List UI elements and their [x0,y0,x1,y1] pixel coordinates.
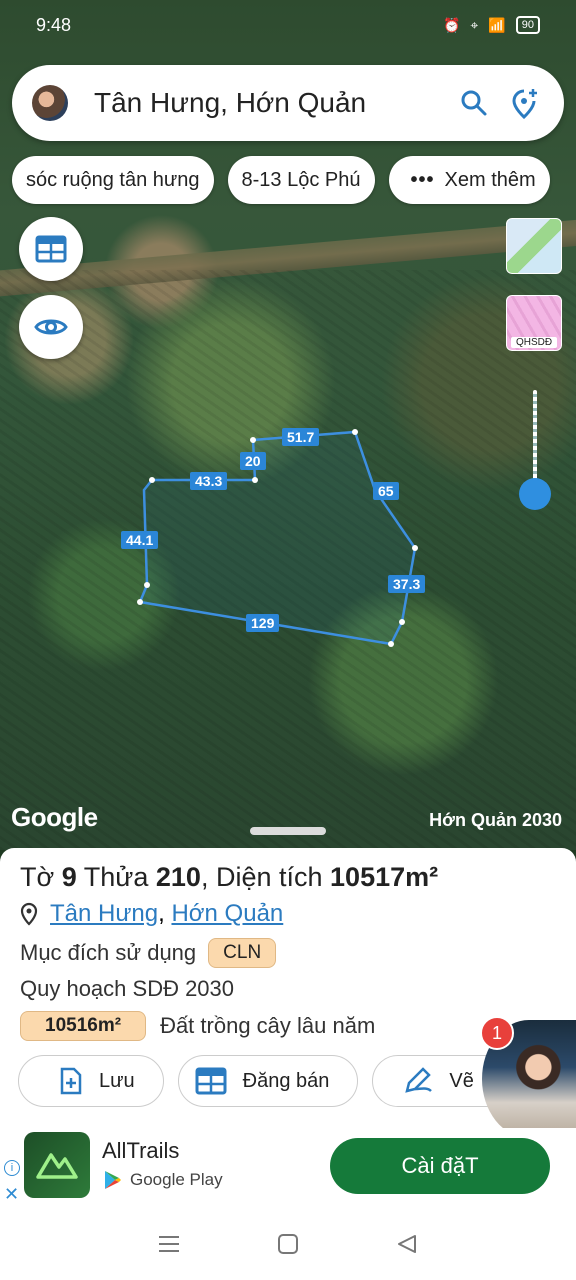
menu-icon[interactable] [158,1235,180,1253]
install-button[interactable]: Cài đặT [330,1138,550,1194]
ad-store: Google Play [104,1170,223,1190]
map-caption: Hớn Quản 2030 [429,810,562,830]
search-icon[interactable] [456,85,492,121]
thua-number: 210 [155,862,201,892]
plan-area-badge: 10516m² [20,1011,147,1041]
edge-label: 44.1 [121,531,159,549]
link-tan-hung[interactable]: Tân Hưng [50,900,158,927]
area-value: 10517m² [330,862,439,892]
edge-label: 37.3 [388,575,426,593]
edge-label: 65 [373,482,399,500]
purpose-code-badge: CLN [208,938,277,968]
location-status-icon: ⌖ [470,16,479,33]
chip-more[interactable]: ••• Xem thêm [388,156,550,204]
table-icon [195,1067,227,1095]
purpose-row: Mục đích sử dụng CLN [20,938,277,968]
thua-label: Thửa [83,862,149,892]
battery-indicator: 90 [515,16,540,34]
alltrails-logo [24,1132,90,1198]
draw-icon [405,1067,433,1093]
plan-row: 10516m² Đất trồng cây lâu năm [20,1011,375,1041]
back-icon[interactable] [396,1233,418,1255]
chip-soc-ruong[interactable]: sóc ruộng tân hưng [12,156,214,204]
add-file-icon [60,1067,82,1095]
home-icon[interactable] [277,1233,299,1255]
search-title[interactable]: Tân Hưng, Hớn Quản [94,87,440,119]
save-button[interactable]: Lưu [18,1055,164,1107]
place-separator: , [158,900,165,927]
draw-button-label: Vẽ [449,1069,474,1092]
area-label: , Diện tích [200,862,323,892]
add-location-icon[interactable] [508,85,544,121]
opacity-slider-track[interactable] [533,390,537,490]
location-pin-icon [20,902,38,926]
opacity-slider-thumb[interactable] [519,478,551,510]
post-sale-button-label: Đăng bán [242,1069,330,1092]
ad-info-icon[interactable]: i [4,1160,20,1176]
place-row: Tân Hưng, Hớn Quản [20,900,283,928]
save-button-label: Lưu [99,1069,135,1092]
plan-desc: Đất trồng cây lâu năm [160,1013,376,1038]
notification-badge: 1 [480,1016,514,1050]
edge-label: 129 [246,614,280,632]
wifi-icon: 📶 [488,16,506,33]
ad-store-label: Google Play [130,1170,223,1189]
suggestion-chips: sóc ruộng tân hưng 8-13 Lộc Phú ••• Xem … [12,156,550,204]
search-bar[interactable]: Tân Hưng, Hớn Quản [12,65,564,141]
edge-label: 20 [240,452,266,470]
status-bar: 9:48 ⏰ ⌖ 📶 90 [0,0,576,50]
planning-layer-thumb[interactable]: QHSDĐ [506,295,562,351]
more-dots-icon: ••• [410,168,435,191]
to-label: Tờ [20,862,55,892]
parcel-title: Tờ 9 Thửa 210, Diện tích 10517m² [20,862,438,893]
to-number: 9 [61,862,77,892]
action-buttons: Lưu Đăng bán Vẽ [18,1055,535,1107]
google-play-icon [105,1171,121,1189]
alarm-icon: ⏰ [442,16,461,33]
post-sale-button[interactable]: Đăng bán [177,1055,359,1107]
satellite-layer-thumb[interactable] [506,218,562,274]
plan-label: Quy hoạch SDĐ 2030 [20,976,235,1001]
purpose-label: Mục đích sử dụng [20,940,197,965]
edge-label: 43.3 [190,472,228,490]
chip-more-label: Xem thêm [444,168,536,191]
table-icon [35,235,67,263]
visibility-button[interactable] [19,295,83,359]
sheet-drag-handle[interactable] [250,827,326,835]
edge-label: 51.7 [282,428,320,446]
avatar[interactable] [32,85,68,121]
ad-banner[interactable]: AllTrails Google Play Cài đặT [0,1128,576,1208]
system-nav-bar [0,1208,576,1280]
ad-app-name: AllTrails [102,1138,180,1163]
eye-icon [34,319,68,335]
ad-close-icon[interactable]: ✕ [4,1184,19,1205]
google-logo: Google [11,802,98,832]
status-time: 9:48 [36,14,72,35]
planning-layer-label: QHSDĐ [511,337,557,348]
table-view-button[interactable] [19,217,83,281]
link-hon-quan[interactable]: Hớn Quản [171,900,283,927]
chip-loc-phu[interactable]: 8-13 Lộc Phú [227,156,375,204]
